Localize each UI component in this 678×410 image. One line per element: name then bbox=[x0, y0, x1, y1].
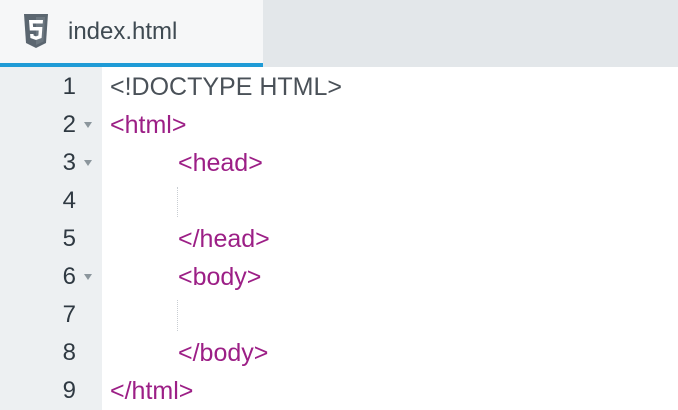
code-line: 4 bbox=[0, 182, 678, 220]
line-number[interactable]: 7 bbox=[0, 296, 76, 334]
fold-arrow-icon[interactable] bbox=[84, 122, 92, 128]
code-line: 2 <html> bbox=[0, 106, 678, 144]
code-text[interactable]: <head> bbox=[178, 144, 263, 182]
code-text[interactable]: </head> bbox=[178, 220, 270, 258]
code-line: 8 </body> bbox=[0, 334, 678, 372]
code-line: 5 </head> bbox=[0, 220, 678, 258]
code-text[interactable]: <!DOCTYPE HTML> bbox=[110, 68, 342, 106]
code-line: 1 <!DOCTYPE HTML> bbox=[0, 68, 678, 106]
code-text[interactable]: <body> bbox=[178, 258, 261, 296]
line-number[interactable]: 9 bbox=[0, 372, 76, 410]
line-number[interactable]: 3 bbox=[0, 144, 76, 182]
line-number[interactable]: 8 bbox=[0, 334, 76, 372]
line-number[interactable]: 6 bbox=[0, 258, 76, 296]
tab-label: index.html bbox=[68, 18, 178, 45]
code-text[interactable]: </body> bbox=[178, 334, 268, 372]
code-editor: index.html 1 <!DOCTYPE HTML> 2 <html> 3 … bbox=[0, 0, 678, 410]
fold-arrow-icon[interactable] bbox=[84, 160, 92, 166]
code-line: 6 <body> bbox=[0, 258, 678, 296]
tab-index-html[interactable]: index.html bbox=[0, 0, 263, 67]
code-line: 9 </html> bbox=[0, 372, 678, 410]
html5-icon bbox=[24, 14, 48, 48]
code-text[interactable]: <html> bbox=[110, 106, 186, 144]
code-line: 7 bbox=[0, 296, 678, 334]
fold-arrow-icon[interactable] bbox=[84, 274, 92, 280]
code-line: 3 <head> bbox=[0, 144, 678, 182]
tab-bar: index.html bbox=[0, 0, 678, 67]
line-number[interactable]: 2 bbox=[0, 106, 76, 144]
line-number[interactable]: 1 bbox=[0, 68, 76, 106]
code-text[interactable]: </html> bbox=[110, 372, 193, 410]
line-number[interactable]: 4 bbox=[0, 182, 76, 220]
line-number[interactable]: 5 bbox=[0, 220, 76, 258]
